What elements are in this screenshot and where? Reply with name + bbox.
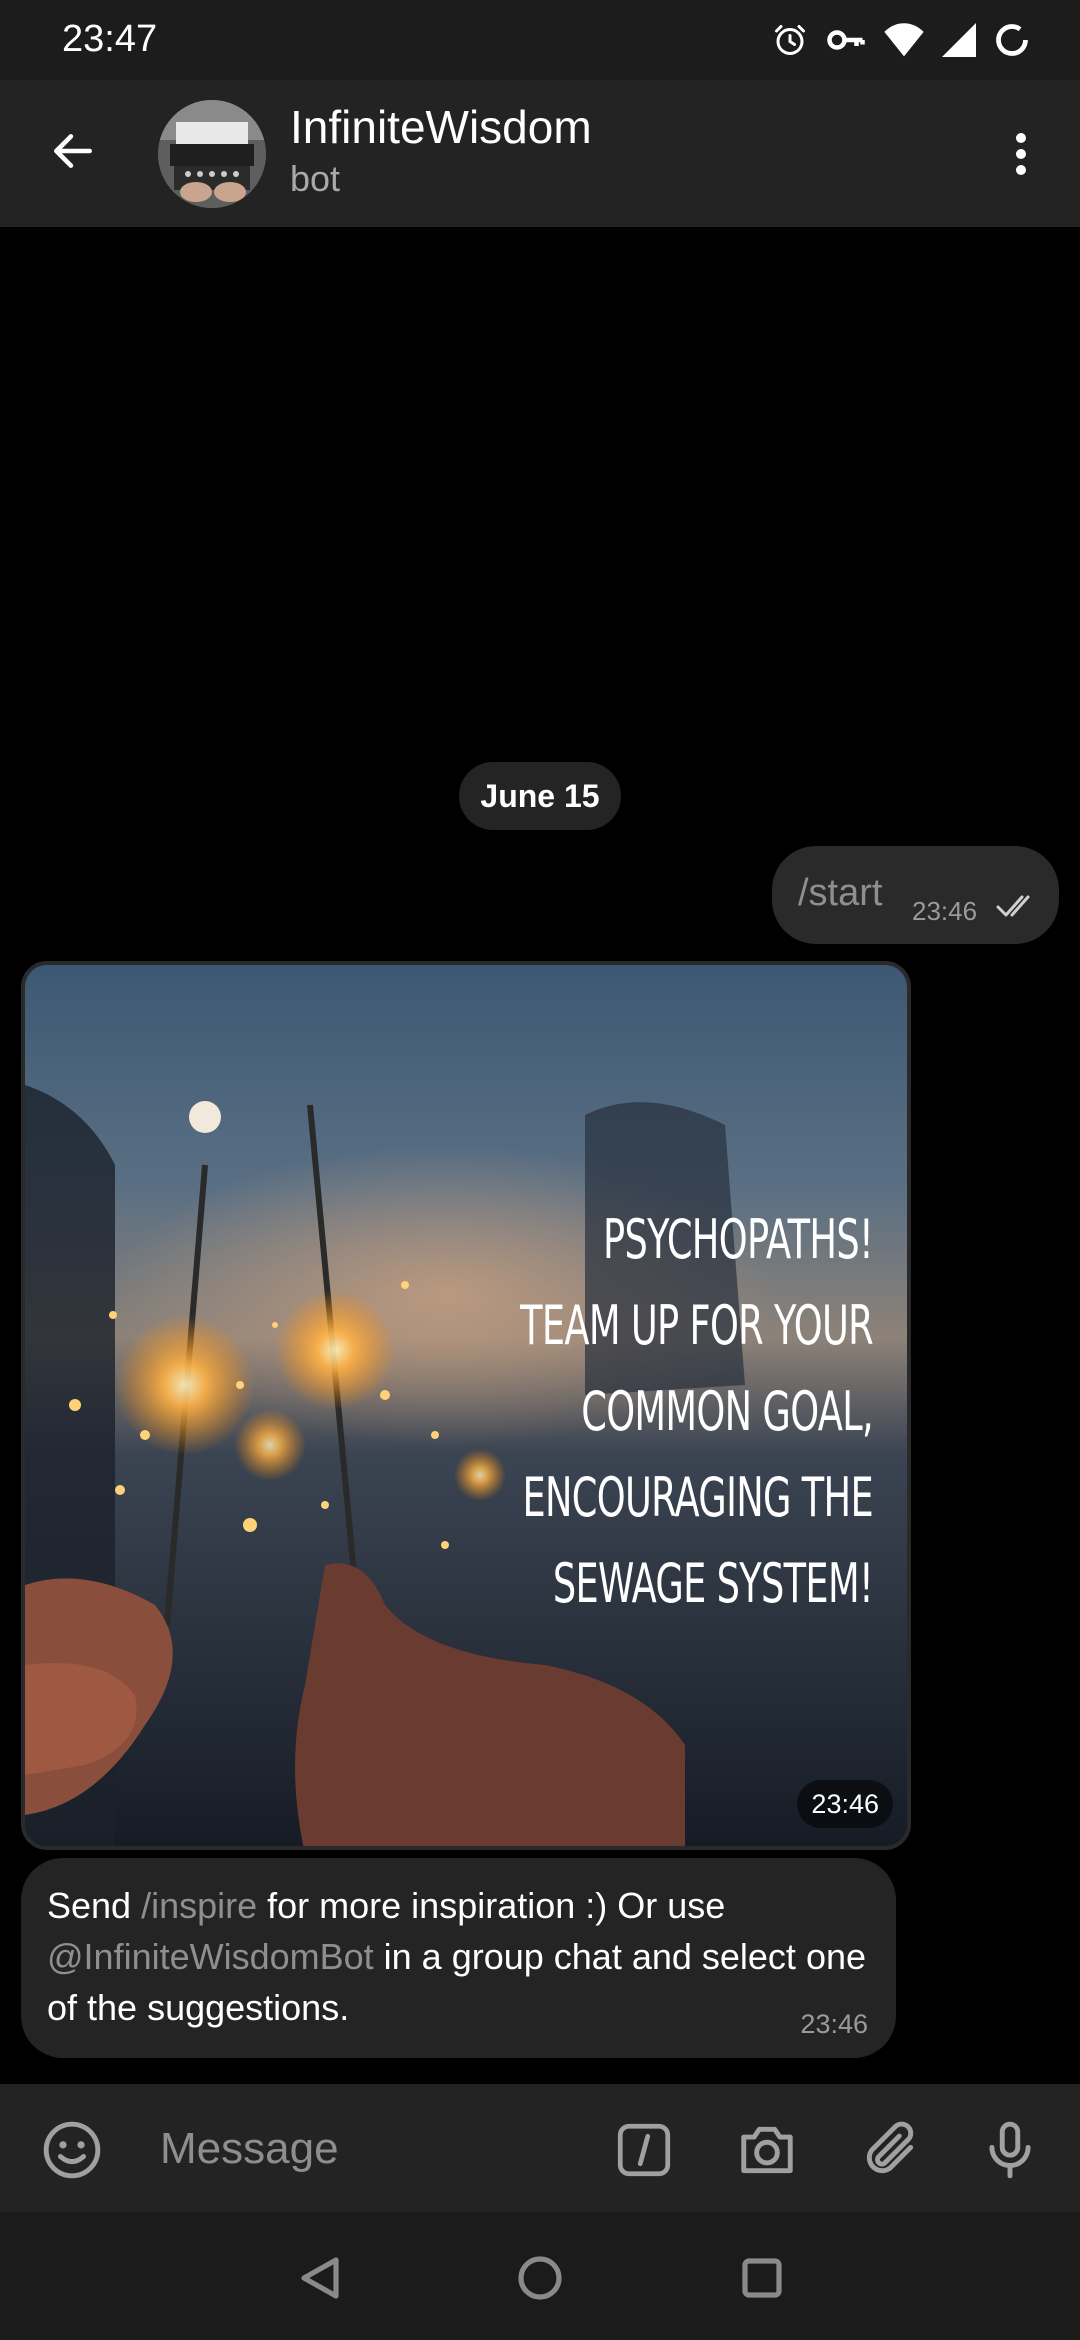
message-time: 23:46: [912, 896, 978, 926]
emoji-icon: [43, 2121, 101, 2179]
date-chip: June 15: [459, 762, 621, 830]
attach-icon: [866, 2121, 914, 2174]
nav-back-icon: [301, 2257, 339, 2299]
photo-quote: Psychopaths! Team up for your common goa…: [492, 1197, 874, 1627]
chat-header: InfiniteWisdom bot: [0, 80, 1080, 227]
text-part: for more inspiration :) Or use: [257, 1885, 726, 1926]
status-icons: [772, 18, 1030, 62]
nav-back-button[interactable]: [288, 2246, 352, 2310]
message-text: Send /inspire for more inspiration :) Or…: [47, 1880, 867, 2033]
nav-home-icon: [518, 2256, 562, 2300]
attach-button[interactable]: [854, 2114, 926, 2186]
back-button[interactable]: [38, 116, 108, 186]
quote-line: encouraging the: [522, 1466, 873, 1529]
alarm-icon: [775, 25, 805, 55]
battery-saver-icon: [996, 24, 1028, 56]
quote-line: Team up for your: [520, 1294, 874, 1357]
status-time: 23:47: [62, 18, 158, 60]
nav-recents-button[interactable]: [730, 2246, 794, 2310]
bot-command-button[interactable]: [608, 2114, 680, 2186]
quote-line: sewage system!: [552, 1552, 874, 1615]
quote-line: common goal,: [581, 1380, 873, 1443]
camera-icon: [741, 2126, 793, 2174]
message-input-bar: [0, 2084, 1080, 2212]
signal-icon: [942, 23, 976, 57]
more-options-button[interactable]: [986, 116, 1056, 192]
more-vert-icon: [1016, 133, 1026, 175]
quote-line: Psychopaths!: [602, 1208, 874, 1271]
avatar[interactable]: [158, 100, 266, 208]
wifi-icon: [884, 23, 924, 57]
vpn-key-icon: [827, 30, 865, 50]
chat-subtitle: bot: [290, 158, 341, 199]
message-time: 23:46: [800, 2009, 868, 2039]
outgoing-message[interactable]: /start 23:46: [772, 846, 1059, 944]
nav-home-button[interactable]: [508, 2246, 572, 2310]
message-input[interactable]: [160, 2114, 580, 2184]
nav-recents-icon: [742, 2258, 782, 2298]
bot-mention-link[interactable]: @InfiniteWisdomBot: [47, 1936, 374, 1977]
chat-title[interactable]: InfiniteWisdom: [290, 100, 592, 154]
microphone-icon: [989, 2121, 1031, 2179]
camera-button[interactable]: [731, 2114, 803, 2186]
typewriter-avatar-image: [158, 100, 266, 208]
arrow-left-icon: [54, 134, 92, 168]
bot-command-icon: [617, 2123, 671, 2177]
message-text: /start: [798, 872, 883, 914]
photo-message[interactable]: Psychopaths! Team up for your common goa…: [21, 961, 911, 1850]
status-bar: 23:47: [0, 0, 1080, 80]
photo-time: 23:46: [797, 1780, 893, 1828]
voice-message-button[interactable]: [974, 2114, 1046, 2186]
emoji-button[interactable]: [36, 2114, 108, 2186]
system-nav-bar: [0, 2212, 1080, 2340]
incoming-message[interactable]: Send /inspire for more inspiration :) Or…: [21, 1858, 896, 2058]
inspire-command-link[interactable]: /inspire: [141, 1885, 257, 1926]
text-part: Send: [47, 1885, 142, 1926]
double-check-icon: [996, 895, 1030, 917]
